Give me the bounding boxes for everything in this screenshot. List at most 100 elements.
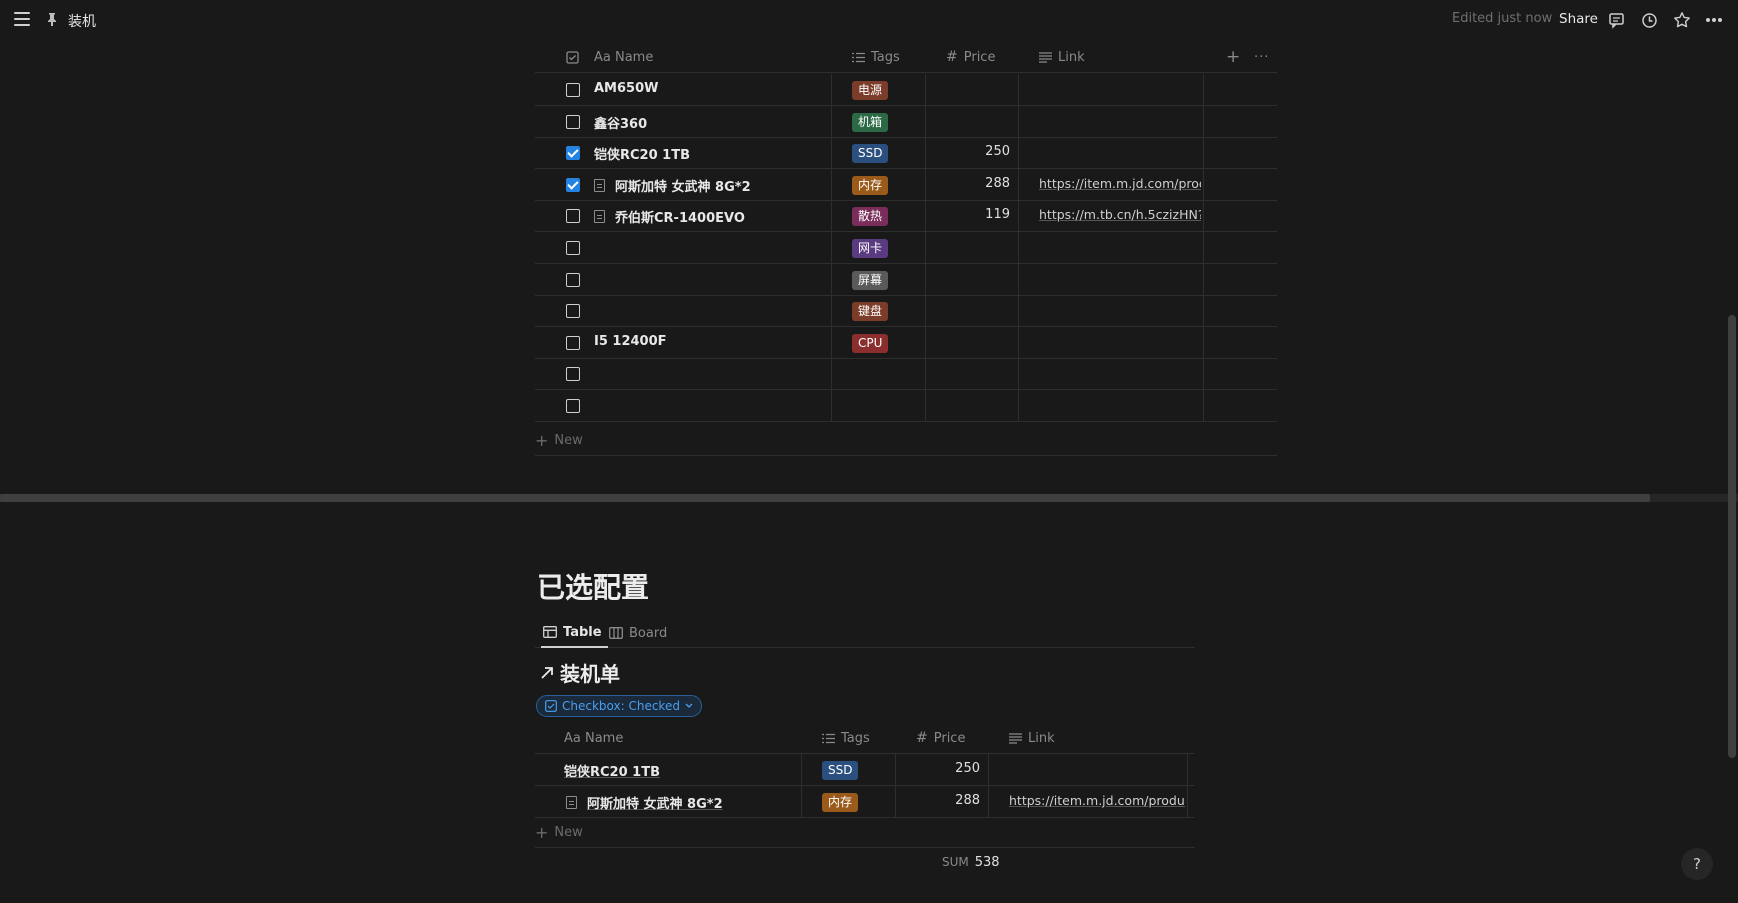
star-icon[interactable] [1672,10,1692,30]
column-name[interactable]: Aa Name [564,722,623,754]
column-divider [1203,264,1204,295]
comment-icon[interactable] [1606,10,1626,30]
number-icon: # [916,730,928,746]
checkbox[interactable] [566,115,580,129]
link-url[interactable]: https://m.tb.cn/h.5czizHN?tk=2 [1039,207,1201,222]
checkbox-column-icon[interactable] [566,41,579,73]
table-row[interactable]: AM650W 电源 [535,74,1277,106]
add-new-row-button[interactable]: + New [535,426,1277,456]
row-name-text: 乔伯斯CR-1400EVO [615,211,745,226]
table-row[interactable]: 铠侠RC20 1TB SSD 250 [535,754,1195,786]
column-price[interactable]: # Price [916,722,965,754]
table-row[interactable] [535,358,1277,390]
checkbox[interactable] [566,367,580,381]
tag-badge[interactable]: 内存 [852,176,889,195]
tag-badge[interactable]: 键盘 [852,302,889,321]
price-value[interactable]: 119 [925,207,1010,222]
arrow-up-right-icon [541,666,553,679]
price-sum[interactable]: SUM 538 [942,855,1000,870]
checkbox[interactable] [566,209,580,223]
column-divider [1203,169,1204,200]
tag-badge[interactable]: 屏幕 [852,271,889,290]
tag-badge[interactable]: 网卡 [852,239,889,258]
share-button[interactable]: Share [1559,11,1598,27]
tag-badge[interactable]: SSD [852,144,889,163]
text-icon [1039,51,1052,63]
row-name-text: 阿斯加特 女武神 8G*2 [615,180,751,195]
table-row[interactable]: 乔伯斯CR-1400EVO 散热 119 https://m.tb.cn/h.5czi… [535,200,1277,232]
edited-status: Edited just now [1452,11,1553,26]
checkbox[interactable] [566,336,580,350]
tab-board[interactable]: Board [609,618,667,648]
row-name[interactable]: I5 12400F [594,334,667,349]
tab-table[interactable]: Table [541,618,608,648]
column-link[interactable]: Link [1039,41,1085,73]
price-value[interactable]: 250 [895,761,980,776]
row-name[interactable]: 乔伯斯CR-1400EVO [594,207,745,226]
tag-badge[interactable]: 电源 [852,81,889,100]
table-row[interactable] [535,390,1277,422]
help-button[interactable]: ? [1681,848,1713,880]
column-link[interactable]: Link [1009,722,1055,754]
vertical-scrollbar[interactable] [1728,315,1736,758]
table-header: Aa Name Tags # Price Link + ··· [535,41,1277,73]
add-column-icon[interactable]: + [1226,41,1240,73]
row-name[interactable]: 阿斯加特 女武神 8G*2 [594,176,751,195]
row-name[interactable]: 鑫谷360 [594,113,647,132]
linked-database-title-label: 装机单 [560,662,620,686]
tag-badge[interactable]: 散热 [852,207,889,226]
price-value[interactable]: 250 [925,144,1010,159]
table-row[interactable]: 网卡 [535,232,1277,264]
more-options-icon[interactable]: ··· [1254,41,1269,73]
table-row[interactable]: 屏幕 [535,264,1277,296]
text-icon [1009,732,1022,744]
chevron-down-icon [685,703,693,708]
table-row[interactable]: 键盘 [535,295,1277,327]
column-name-label: Aa Name [594,49,654,65]
horizontal-scrollbar[interactable] [0,494,1650,502]
row-name[interactable]: 铠侠RC20 1TB [594,144,690,163]
sum-label: SUM [942,855,969,869]
table-row[interactable]: 阿斯加特 女武神 8G*2 内存 288 https://item.m.jd.com/… [535,169,1277,201]
more-icon[interactable] [1704,10,1724,30]
checkbox[interactable] [566,399,580,413]
row-name-text: I5 12400F [594,334,667,349]
linked-database-title[interactable]: 装机单 [540,658,620,687]
checkbox[interactable] [566,273,580,287]
checkbox[interactable] [566,83,580,97]
column-divider [831,327,832,358]
price-value[interactable]: 288 [925,176,1010,191]
column-name[interactable]: Aa Name [594,41,653,73]
history-icon[interactable] [1639,10,1659,30]
page-title[interactable]: 装机 [68,11,96,31]
column-divider [831,137,832,168]
add-new-row-button-2[interactable]: + New [535,818,1195,848]
checkbox-checked[interactable] [566,178,580,192]
table-row[interactable]: 阿斯加特 女武神 8G*2 内存 288 https://item.m.jd.com/… [535,786,1195,818]
tab-board-label: Board [629,625,668,641]
table-row[interactable]: 鑫谷360 机箱 [535,106,1277,138]
menu-icon[interactable] [14,12,30,26]
column-tags[interactable]: Tags [852,41,900,73]
column-tags[interactable]: Tags [822,722,870,754]
row-name[interactable]: 阿斯加特 女武神 8G*2 [566,793,723,812]
filter-chip[interactable]: Checkbox: Checked [536,695,702,717]
column-link-label: Link [1058,49,1085,65]
tag-badge[interactable]: SSD [822,761,859,780]
row-name[interactable]: 铠侠RC20 1TB [564,761,660,780]
tag-badge[interactable]: CPU [852,334,889,353]
link-url[interactable]: https://item.m.jd.com/product/ [1009,793,1185,808]
link-url[interactable]: https://item.m.jd.com/product/ [1039,176,1201,191]
price-value[interactable]: 288 [895,793,980,808]
row-name[interactable]: AM650W [594,81,658,96]
page-icon [566,796,577,809]
checkbox[interactable] [566,241,580,255]
column-price[interactable]: # Price [946,41,995,73]
column-divider [1203,327,1204,358]
tag-badge[interactable]: 内存 [822,793,859,812]
tag-badge[interactable]: 机箱 [852,113,889,132]
table-row[interactable]: I5 12400F CPU [535,327,1277,359]
checkbox-checked[interactable] [566,146,580,160]
table-row[interactable]: 铠侠RC20 1TB SSD 250 [535,137,1277,169]
checkbox[interactable] [566,304,580,318]
